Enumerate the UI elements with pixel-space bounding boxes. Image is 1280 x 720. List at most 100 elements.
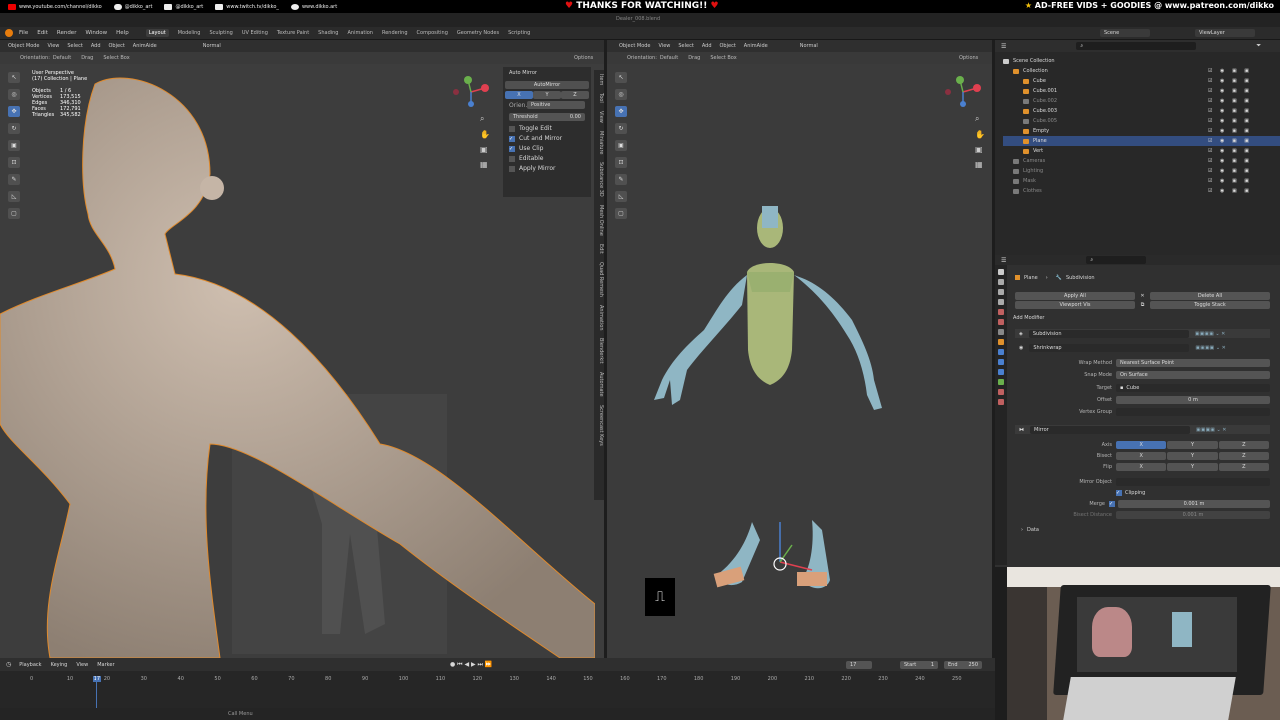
visibility-icons[interactable]: ☑ ◉ ▣ ▣ xyxy=(1208,158,1252,164)
option-use-clip[interactable]: ✓ Use Clip xyxy=(509,145,585,152)
data-tab-icon[interactable] xyxy=(998,379,1004,385)
outliner-item-collection[interactable]: Collection ☑ ◉ ▣ ▣ xyxy=(1003,66,1280,76)
option-toggle-edit[interactable]: Toggle Edit xyxy=(509,125,585,132)
visibility-icons[interactable]: ☑ ◉ ▣ ▣ xyxy=(1208,98,1252,104)
modifier-toggle-icons[interactable]: ▣▣▣▣ ⌄ ✕ xyxy=(1195,331,1225,337)
menu-render[interactable]: Render xyxy=(57,30,77,36)
zoom-icon[interactable]: ⌕ xyxy=(975,114,985,124)
sidetab-view[interactable]: View xyxy=(598,107,604,127)
transform-orientation[interactable]: Normal xyxy=(800,43,818,49)
options-dropdown[interactable]: Options xyxy=(959,55,978,61)
add-cube-tool-icon[interactable]: ▢ xyxy=(8,208,20,219)
menu-add[interactable]: Add xyxy=(702,43,712,49)
axis-y-toggle[interactable]: Y xyxy=(1167,440,1218,449)
timeline-ruler[interactable]: 0101720304050607080901001101201301401501… xyxy=(0,658,995,703)
sidetab-screencast-keys[interactable]: Screencast Keys xyxy=(598,401,604,450)
outliner-item-empty[interactable]: Empty ☑ ◉ ▣ ▣ xyxy=(1003,126,1280,136)
visibility-icons[interactable]: ☑ ◉ ▣ ▣ xyxy=(1208,138,1252,144)
menu-object[interactable]: Object xyxy=(109,43,125,49)
bisect-distance-field[interactable]: 0.001 m xyxy=(1116,510,1270,519)
offset-field[interactable]: 0 m xyxy=(1116,395,1270,404)
mode-dropdown[interactable]: Object Mode xyxy=(619,43,651,49)
axis-x-toggle[interactable]: X xyxy=(1116,440,1167,449)
modifier-toggle-icons[interactable]: ▣▣▣▣ ⌄ ✕ xyxy=(1195,345,1225,351)
sidetab-mesh-online[interactable]: Mesh Online xyxy=(598,201,604,240)
rotate-tool-icon[interactable]: ↻ xyxy=(615,123,627,134)
close-icon[interactable]: ✕ xyxy=(1140,293,1144,299)
collection-tab-icon[interactable] xyxy=(998,329,1004,335)
material-tab-icon[interactable] xyxy=(998,389,1004,395)
select-box-dropdown[interactable]: Select Box xyxy=(710,55,736,61)
transform-tool-icon[interactable]: ⊡ xyxy=(8,157,20,168)
outliner-item-plane[interactable]: Plane ☑ ◉ ▣ ▣ xyxy=(1003,136,1280,146)
select-box-dropdown[interactable]: Select Box xyxy=(103,55,129,61)
visibility-icons[interactable]: ☑ ◉ ▣ ▣ xyxy=(1208,128,1252,134)
modifier-subdivision[interactable]: ◈ Subdivision ▣▣▣▣ ⌄ ✕ xyxy=(1015,329,1270,338)
tab-scripting[interactable]: Scripting xyxy=(508,30,530,36)
cursor3d-tool-icon[interactable]: ◎ xyxy=(8,89,20,100)
axis-y-toggle[interactable]: Y xyxy=(533,91,561,99)
option-editable[interactable]: Editable xyxy=(509,155,585,162)
automirror-header[interactable]: Auto Mirror xyxy=(503,67,591,79)
axis-x-toggle[interactable]: X xyxy=(505,91,533,99)
outliner-search-input[interactable]: ⌕ xyxy=(1076,42,1197,50)
sidetab-blenderkit[interactable]: Blenderkit xyxy=(598,334,604,368)
checkbox[interactable] xyxy=(509,125,515,132)
transform-orientation[interactable]: Normal xyxy=(203,43,221,49)
threshold-field[interactable]: Threshold 0.00 xyxy=(509,113,585,121)
transform-tool-icon[interactable]: ⊡ xyxy=(615,157,627,168)
orientation-dropdown[interactable]: Default xyxy=(53,55,71,61)
sidetab-animation[interactable]: Animation xyxy=(598,301,604,335)
drag-dropdown[interactable]: Drag xyxy=(688,55,700,61)
vertex-group-field[interactable] xyxy=(1116,407,1270,416)
sidetab-item[interactable]: Item xyxy=(598,70,604,89)
cursor-tool-icon[interactable]: ↖ xyxy=(8,72,20,83)
left-3d-viewport[interactable]: Object Mode View Select Add Object AnimAide … xyxy=(0,40,604,658)
modifier-toggle-icons[interactable]: ▣▣▣▣ ⌄ ✕ xyxy=(1196,427,1226,433)
add-cube-tool-icon[interactable]: ▢ xyxy=(615,208,627,219)
drag-dropdown[interactable]: Drag xyxy=(81,55,93,61)
menu-animaide[interactable]: AnimAide xyxy=(133,43,157,49)
properties-type-icon[interactable]: ☰ xyxy=(1001,257,1006,264)
zoom-icon[interactable]: ⌕ xyxy=(480,114,490,124)
object-tab-icon[interactable] xyxy=(998,339,1004,345)
flip-z-toggle[interactable]: Z xyxy=(1218,462,1269,471)
bisect-y-toggle[interactable]: Y xyxy=(1167,451,1218,460)
snap-mode-dropdown[interactable]: On Surface xyxy=(1116,370,1270,379)
visibility-icons[interactable]: ☑ ◉ ▣ ▣ xyxy=(1208,168,1252,174)
texture-tab-icon[interactable] xyxy=(998,399,1004,405)
annotate-tool-icon[interactable]: ✎ xyxy=(8,174,20,185)
scene-tab-icon[interactable] xyxy=(998,309,1004,315)
cursor-tool-icon[interactable]: ↖ xyxy=(615,72,627,83)
hand-icon[interactable]: ✋ xyxy=(480,130,490,139)
orientation-dropdown[interactable]: Default xyxy=(660,55,678,61)
options-dropdown[interactable]: Options xyxy=(574,55,593,61)
outliner-item-cameras[interactable]: Cameras ☑ ◉ ▣ ▣ xyxy=(1003,156,1280,166)
checkbox[interactable]: ✓ xyxy=(509,135,515,142)
mirror-object-field[interactable] xyxy=(1116,477,1270,486)
mode-dropdown[interactable]: Object Mode xyxy=(8,43,40,49)
tab-animation[interactable]: Animation xyxy=(347,30,373,36)
outliner-item-cube-001[interactable]: Cube.001 ☑ ◉ ▣ ▣ xyxy=(1003,86,1280,96)
menu-animaide[interactable]: AnimAide xyxy=(744,43,768,49)
rotate-tool-icon[interactable]: ↻ xyxy=(8,123,20,134)
bisect-x-toggle[interactable]: X xyxy=(1116,451,1167,460)
visibility-icons[interactable]: ☑ ◉ ▣ ▣ xyxy=(1208,188,1252,194)
outliner-item-vert[interactable]: Vert ☑ ◉ ▣ ▣ xyxy=(1003,146,1280,156)
scale-tool-icon[interactable]: ▣ xyxy=(615,140,627,151)
modifier-mirror[interactable]: ⧓ Mirror ▣▣▣▣ ⌄ ✕ xyxy=(1015,425,1270,434)
visibility-icons[interactable]: ☑ ◉ ▣ ▣ xyxy=(1208,178,1252,184)
cursor3d-tool-icon[interactable]: ◎ xyxy=(615,89,627,100)
viewlayer-selector[interactable]: ViewLayer xyxy=(1195,29,1255,37)
menu-view[interactable]: View xyxy=(659,43,671,49)
data-subpanel[interactable]: › Data xyxy=(1021,525,1039,534)
properties-search-input[interactable]: ⌕ xyxy=(1086,256,1147,264)
orientation-field[interactable]: Positive xyxy=(527,101,585,109)
menu-object[interactable]: Object xyxy=(720,43,736,49)
navigation-gizmo[interactable] xyxy=(450,74,492,114)
menu-add[interactable]: Add xyxy=(91,43,101,49)
outliner-item-cube-005[interactable]: Cube.005 ☑ ◉ ▣ ▣ xyxy=(1003,116,1280,126)
menu-view[interactable]: View xyxy=(48,43,60,49)
wrap-method-dropdown[interactable]: Nearest Surface Point xyxy=(1116,358,1270,367)
grid-icon[interactable]: ▦ xyxy=(480,160,490,169)
